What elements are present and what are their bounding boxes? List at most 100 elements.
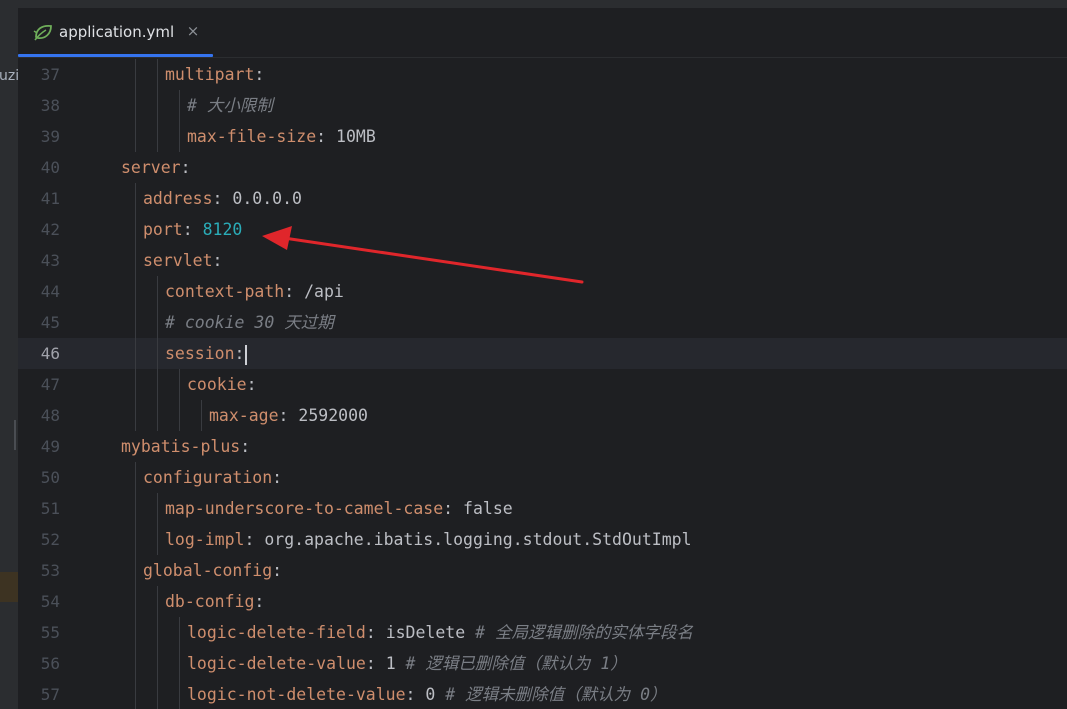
- project-panel-edge[interactable]: uzi: [0, 0, 18, 709]
- indent-guide: [157, 617, 158, 648]
- code-line[interactable]: 38 # 大小限制: [18, 90, 1067, 121]
- yaml-value: 2592000: [298, 406, 368, 425]
- yaml-key: max-file-size: [187, 127, 317, 146]
- code-line[interactable]: 39 max-file-size: 10MB: [18, 121, 1067, 152]
- indent-guide: [135, 121, 136, 152]
- code-line[interactable]: 44 context-path: /api: [18, 276, 1067, 307]
- code-line[interactable]: 41 address: 0.0.0.0: [18, 183, 1067, 214]
- yaml-value: org.apache.ibatis.logging.stdout.StdOutI…: [264, 530, 692, 549]
- code-line[interactable]: 37 multipart:: [18, 59, 1067, 90]
- yaml-value: 0.0.0.0: [232, 189, 302, 208]
- indent-guide: [135, 245, 136, 276]
- indent-guide: [135, 617, 136, 648]
- yaml-key: max-age: [209, 406, 279, 425]
- code-line[interactable]: 55 logic-delete-field: isDelete # 全局逻辑删除的…: [18, 617, 1067, 648]
- yaml-key: log-impl: [165, 530, 245, 549]
- code-text: context-path: /api: [165, 276, 344, 307]
- code-text: cookie:: [187, 369, 257, 400]
- line-number: 56: [40, 654, 60, 673]
- indent-guide: [157, 679, 158, 709]
- indent-guide: [135, 338, 136, 369]
- spring-leaf-icon: [33, 24, 52, 41]
- yaml-key: port: [143, 220, 183, 239]
- code-line[interactable]: 50 configuration:: [18, 462, 1067, 493]
- line-number: 49: [40, 437, 60, 456]
- code-editor[interactable]: 37 multipart: 38 # 大小限制 39 max-file-size: 10M…: [18, 58, 1067, 709]
- code-line[interactable]: 47 cookie:: [18, 369, 1067, 400]
- code-line[interactable]: 51 map-underscore-to-camel-case: false: [18, 493, 1067, 524]
- code-line[interactable]: 53 global-config:: [18, 555, 1067, 586]
- code-line[interactable]: 40 server:: [18, 152, 1067, 183]
- active-tab-indicator: [18, 54, 213, 57]
- yaml-key: session: [165, 344, 235, 363]
- window-top-bar: [18, 0, 1067, 8]
- tab-application-yml[interactable]: application.yml ×: [18, 8, 213, 57]
- yaml-comment: # cookie 30 天过期: [165, 313, 334, 332]
- panel-selection-highlight: [0, 572, 18, 602]
- tab-label: application.yml: [59, 23, 175, 41]
- yaml-separator: :: [244, 530, 265, 549]
- code-line[interactable]: 54 db-config:: [18, 586, 1067, 617]
- yaml-separator: :: [212, 189, 233, 208]
- yaml-key: configuration: [143, 468, 273, 487]
- line-number: 38: [40, 96, 60, 115]
- yaml-key: mybatis-plus: [121, 437, 241, 456]
- line-number: 45: [40, 313, 60, 332]
- code-line[interactable]: 57 logic-not-delete-value: 0 # 逻辑未删除值（默认为…: [18, 679, 1067, 709]
- yaml-value: false: [463, 499, 513, 518]
- code-text: db-config:: [165, 586, 264, 617]
- code-line[interactable]: 52 log-impl: org.apache.ibatis.logging.st…: [18, 524, 1067, 555]
- indent-guide: [135, 276, 136, 307]
- indent-guide: [157, 524, 158, 555]
- project-tree-truncated-label: uzi: [0, 68, 18, 84]
- yaml-separator: :: [234, 344, 245, 363]
- yaml-separator: :: [212, 251, 223, 270]
- indent-guide: [179, 400, 180, 431]
- code-line[interactable]: 56 logic-delete-value: 1 # 逻辑已删除值（默认为 1）: [18, 648, 1067, 679]
- indent-guide: [157, 121, 158, 152]
- indent-guide: [157, 586, 158, 617]
- yaml-key: map-underscore-to-camel-case: [165, 499, 444, 518]
- line-number: 51: [40, 499, 60, 518]
- code-text: port: 8120: [143, 214, 242, 245]
- code-line[interactable]: 43 servlet:: [18, 245, 1067, 276]
- indent-guide: [135, 59, 136, 90]
- indent-guide: [157, 400, 158, 431]
- indent-guide: [157, 648, 158, 679]
- yaml-value: /api: [304, 282, 344, 301]
- yaml-separator: :: [405, 685, 426, 704]
- code-line[interactable]: 45 # cookie 30 天过期: [18, 307, 1067, 338]
- code-text: multipart:: [165, 59, 264, 90]
- code-line[interactable]: 42 port: 8120: [18, 214, 1067, 245]
- indent-guide: [135, 493, 136, 524]
- indent-guide: [135, 369, 136, 400]
- yaml-comment: # 逻辑未删除值（默认为 0）: [435, 685, 667, 704]
- yaml-comment: # 逻辑已删除值（默认为 1）: [395, 654, 627, 673]
- code-text: log-impl: org.apache.ibatis.logging.stdo…: [165, 524, 692, 555]
- indent-guide: [135, 648, 136, 679]
- yaml-key: logic-delete-value: [187, 654, 366, 673]
- code-line[interactable]: 46 session:: [18, 338, 1067, 369]
- editor-tab-bar: application.yml ×: [18, 8, 1067, 58]
- yaml-comment: # 大小限制: [187, 96, 273, 115]
- indent-guide: [135, 400, 136, 431]
- yaml-value: isDelete: [385, 623, 466, 642]
- code-text: max-age: 2592000: [209, 400, 368, 431]
- code-line[interactable]: 48 max-age: 2592000: [18, 400, 1067, 431]
- line-number: 52: [40, 530, 60, 549]
- yaml-separator: :: [246, 375, 257, 394]
- line-number: 46: [40, 344, 60, 363]
- indent-guide: [135, 90, 136, 121]
- line-number: 41: [40, 189, 60, 208]
- code-line[interactable]: 49 mybatis-plus:: [18, 431, 1067, 462]
- indent-guide: [135, 524, 136, 555]
- close-icon[interactable]: ×: [184, 21, 202, 41]
- indent-guide: [179, 121, 180, 152]
- line-number: 42: [40, 220, 60, 239]
- line-number: 54: [40, 592, 60, 611]
- yaml-key: cookie: [187, 375, 247, 394]
- yaml-key: global-config: [143, 561, 273, 580]
- code-text: servlet:: [143, 245, 222, 276]
- line-number: 57: [40, 685, 60, 704]
- indent-guide: [179, 617, 180, 648]
